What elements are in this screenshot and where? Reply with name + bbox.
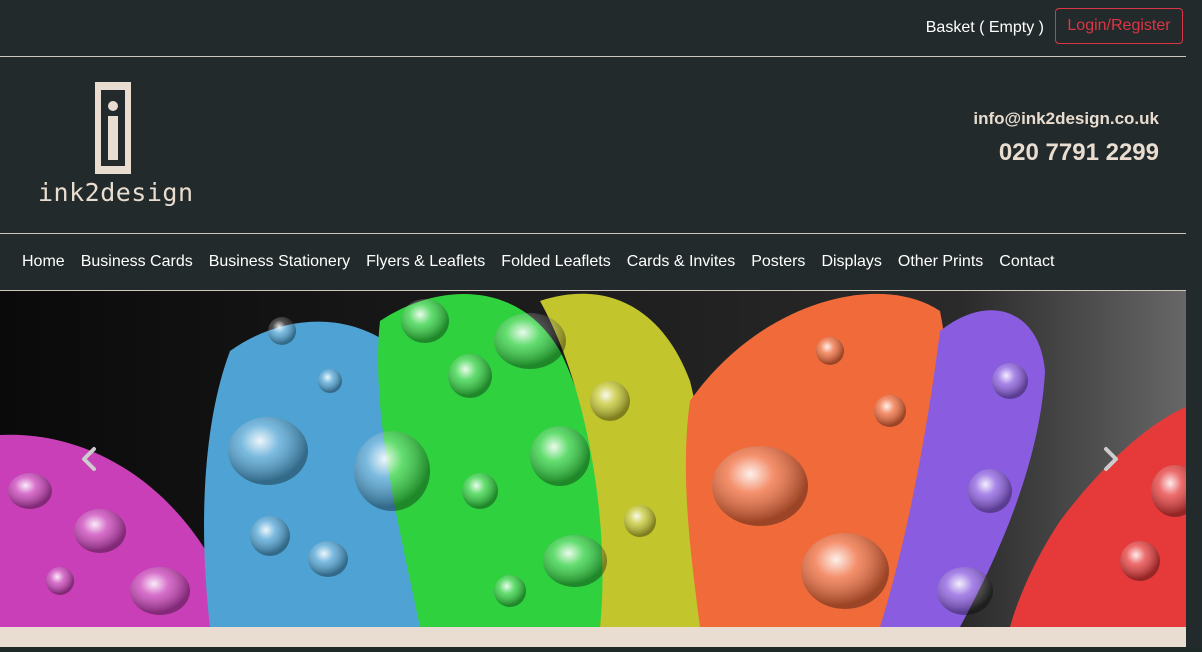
nav-item-other-prints[interactable]: Other Prints xyxy=(890,253,991,271)
nav-item-business-stationery[interactable]: Business Stationery xyxy=(201,253,358,271)
contact-phone[interactable]: 020 7791 2299 xyxy=(999,139,1159,167)
carousel-next-button[interactable] xyxy=(1096,443,1124,475)
chevron-right-icon xyxy=(1104,447,1118,471)
top-bar: Basket ( Empty ) Login/Register xyxy=(0,0,1202,57)
main-nav: Home Business Cards Business Stationery … xyxy=(0,234,1202,291)
logo-wordmark: ink2design xyxy=(38,178,194,207)
nav-item-displays[interactable]: Displays xyxy=(813,253,889,271)
site-header: ink2design info@ink2design.co.uk 020 779… xyxy=(0,57,1202,234)
content-band xyxy=(0,627,1186,647)
next-section-edge xyxy=(0,647,1202,652)
nav-item-folded-leaflets[interactable]: Folded Leaflets xyxy=(493,253,618,271)
nav-item-posters[interactable]: Posters xyxy=(743,253,813,271)
nav-item-cards-invites[interactable]: Cards & Invites xyxy=(619,253,743,271)
logo-mark-icon xyxy=(95,82,131,174)
hero-carousel[interactable] xyxy=(0,291,1202,627)
nav-item-business-cards[interactable]: Business Cards xyxy=(73,253,201,271)
carousel-prev-button[interactable] xyxy=(76,443,104,475)
carousel-slide-image xyxy=(0,291,1202,627)
contact-email[interactable]: info@ink2design.co.uk xyxy=(973,109,1159,129)
basket-link[interactable]: Basket ( Empty ) xyxy=(926,19,1044,37)
chevron-left-icon xyxy=(82,447,96,471)
page-scrollbar[interactable] xyxy=(1186,56,1202,627)
site-logo[interactable]: ink2design xyxy=(38,82,194,208)
nav-item-contact[interactable]: Contact xyxy=(991,253,1062,271)
nav-item-home[interactable]: Home xyxy=(14,253,73,271)
login-register-button[interactable]: Login/Register xyxy=(1055,8,1183,44)
nav-item-flyers-leaflets[interactable]: Flyers & Leaflets xyxy=(358,253,493,271)
